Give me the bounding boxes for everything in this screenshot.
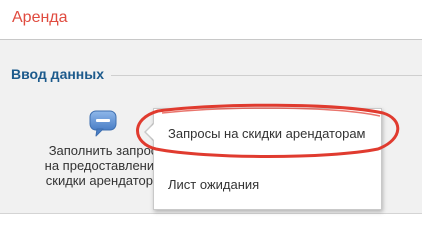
page-title: Аренда xyxy=(12,9,68,26)
section-divider xyxy=(111,75,422,76)
header-bar: Аренда xyxy=(0,0,422,40)
speech-bubble-icon[interactable] xyxy=(88,110,118,138)
menu-item-discount-requests[interactable]: Запросы на скидки арендаторам xyxy=(168,126,366,141)
popup-menu: Запросы на скидки арендаторам Лист ожида… xyxy=(153,108,382,210)
app-frame: Аренда Ввод данных Заполнить запрос на п… xyxy=(0,0,422,226)
bottom-area xyxy=(0,214,422,226)
section-title: Ввод данных xyxy=(11,66,105,82)
menu-item-waiting-list[interactable]: Лист ожидания xyxy=(168,177,259,192)
popup-arrow-fill xyxy=(146,124,154,140)
